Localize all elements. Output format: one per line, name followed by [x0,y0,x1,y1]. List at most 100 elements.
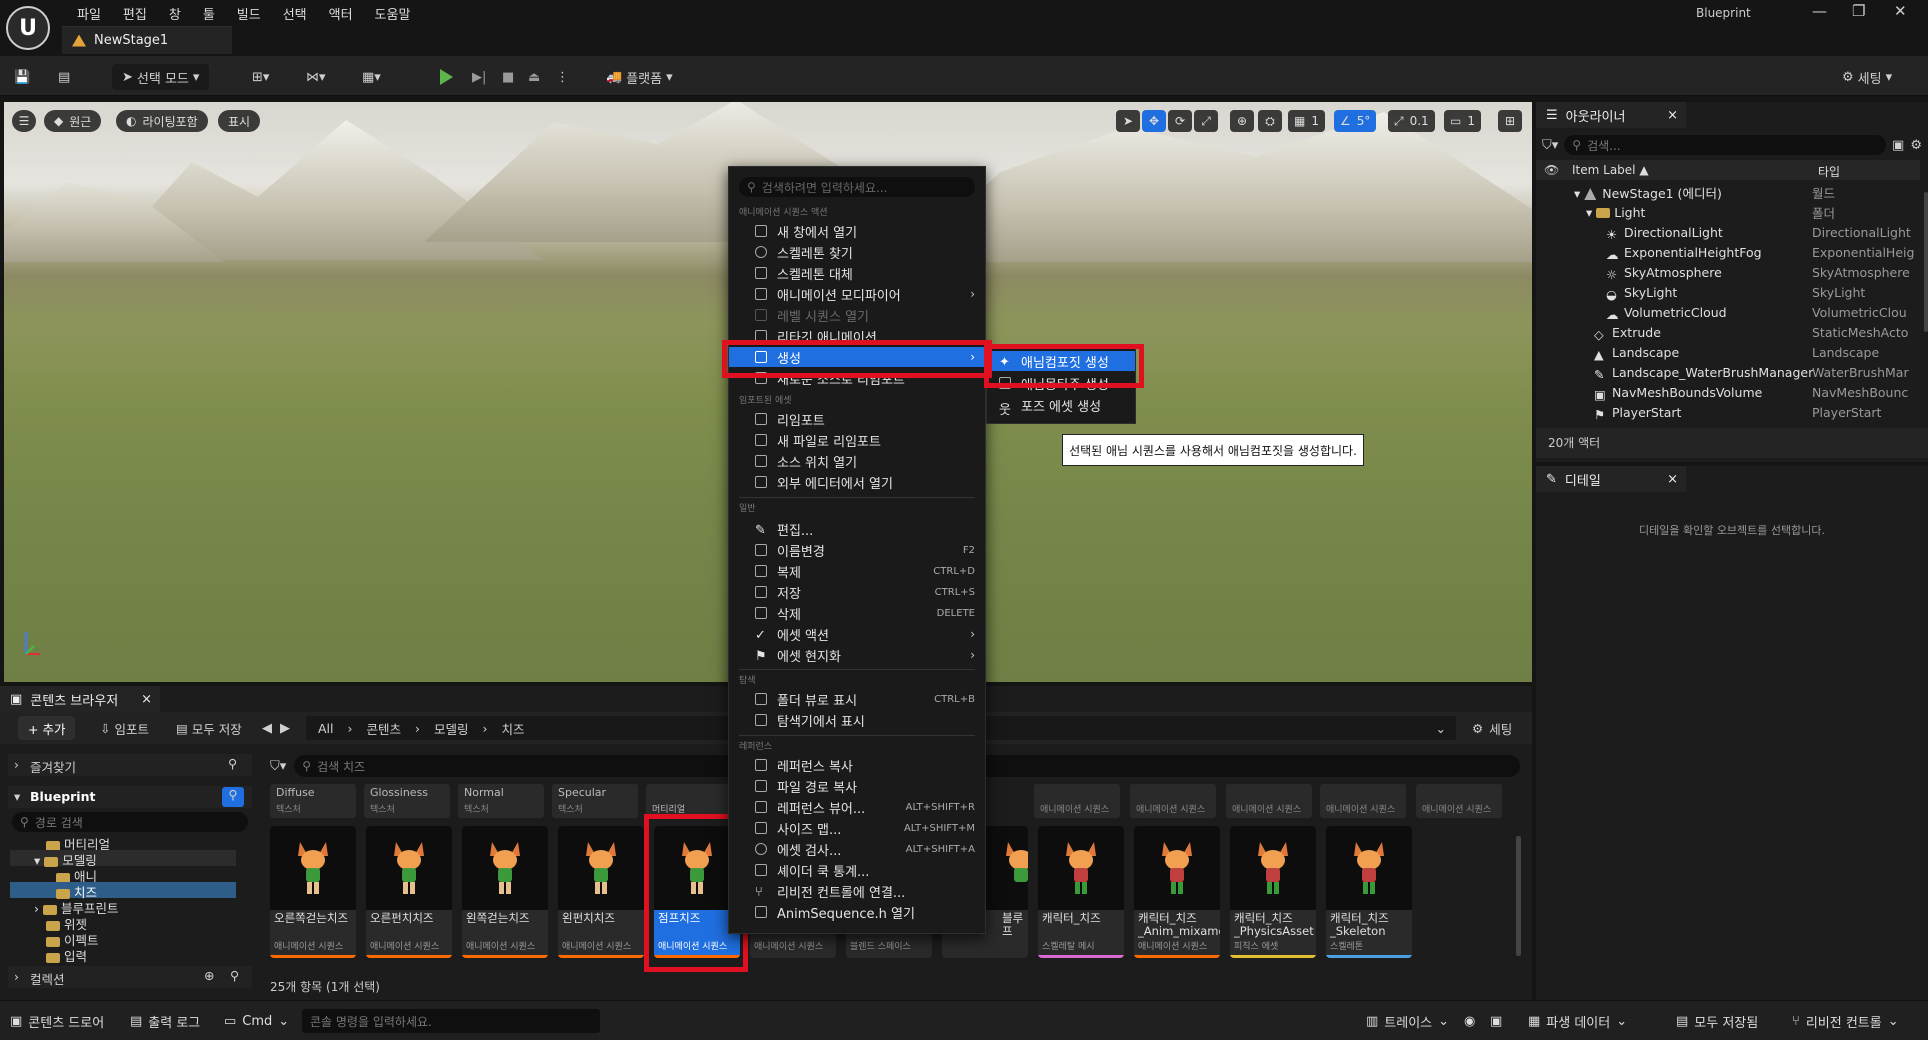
asset-tile[interactable]: 왼쪽걷는치즈 애니메이션 시퀀스 [462,826,548,958]
menu-build[interactable]: 빌드 [226,4,272,23]
add-folder-icon[interactable]: ▣ [1892,138,1904,153]
menu-help[interactable]: 도움말 [364,4,422,23]
step-button[interactable]: ▶| [472,64,486,90]
save-icon[interactable]: 💾 [14,64,30,90]
select-mode-dropdown[interactable]: ➤ 선택 모드 ▾ [112,64,210,90]
asset-tile[interactable]: 캐릭터_치즈 스켈레탈 메시 [1038,826,1124,958]
menu-item-edit[interactable]: ✎ 편집... [729,519,985,539]
scale-tool-icon[interactable]: ⤢ [1194,110,1218,132]
asset-tile[interactable]: Glossiness 텍스처 [364,784,450,818]
menu-edit[interactable]: 편집 [112,4,158,23]
close-icon[interactable]: × [1667,108,1678,123]
breadcrumb-item[interactable]: 콘텐츠 [367,719,402,738]
add-button[interactable]: + 추가 [18,716,76,740]
eye-icon[interactable]: 👁 [1544,163,1559,177]
outliner-tab[interactable]: ☰ 아웃라이너 × [1536,102,1686,128]
menu-item-reimport[interactable]: 리임포트 [729,409,985,429]
breadcrumb-item[interactable]: 모델링 [434,719,469,738]
filter-icon[interactable]: ⛉▾ [270,759,286,774]
revision-control-button[interactable]: ⑂ 리비전 컨트롤 ⌄ [1792,1009,1899,1033]
asset-tile[interactable]: 애니메이션 시퀀스 [1130,784,1216,818]
gear-icon[interactable]: ⚙ [1910,138,1922,153]
type-header[interactable]: 타입 [1818,163,1840,180]
menu-item-connect-revision-control[interactable]: ⑂ 리비전 컨트롤에 연결... [729,881,985,901]
menu-window[interactable]: 창 [158,4,192,23]
menu-item-size-map[interactable]: 사이즈 맵... ALT+SHIFT+M [729,818,985,838]
menu-item-copy-file-path[interactable]: 파일 경로 복사 [729,776,985,796]
world-local-icon[interactable]: ⊕ [1230,110,1254,132]
menu-item-create-anim-composite[interactable]: ✦ 애님컴포짓 생성 [987,351,1135,371]
forward-icon[interactable]: ▶ [280,721,290,736]
menu-item-create[interactable]: 생성 › [729,347,985,367]
menu-item-open-header[interactable]: AnimSequence.h 열기 [729,902,985,922]
menu-item-save[interactable]: 저장 CTRL+S [729,582,985,602]
screenshot-icon[interactable]: ▣ [1490,1009,1502,1033]
trace-button[interactable]: ▥ 트레이스 ⌄ [1366,1009,1449,1033]
move-tool-icon[interactable]: ✥ [1142,110,1166,132]
record-icon[interactable]: ◉ [1464,1009,1475,1033]
outliner-row[interactable]: ☁ VolumetricCloud VolumetricClou [1536,302,1920,323]
outliner-search-input[interactable]: ⚲ 검색... [1564,135,1887,155]
path-search-input[interactable]: ⚲ 경로 검색 [12,812,248,832]
menu-item-create-pose-asset[interactable]: 웃 포즈 에셋 생성 [987,395,1135,419]
menu-item-asset-audit[interactable]: 에셋 검사... ALT+SHIFT+A [729,839,985,859]
layout-icon[interactable]: ⊞ [1498,110,1522,132]
asset-tile[interactable]: 머티리얼 [646,784,732,818]
save-all-button[interactable]: ▤ 모두 저장 [176,716,242,740]
camera-speed-button[interactable]: ▭ 1 [1444,110,1481,132]
item-label-header[interactable]: Item Label ▲ [1572,163,1649,177]
menu-item-retarget[interactable]: 리타깃 애니메이션 [729,326,985,346]
menu-item-asset-actions[interactable]: ✓ 에셋 액션 › [729,624,985,644]
menu-item-shader-cook-stats[interactable]: 셰이더 쿡 통계... [729,860,985,880]
outliner-row[interactable]: ⚑ PlayerStart PlayerStart [1536,402,1920,423]
menu-item-reimport-new-source[interactable]: 새로운 소스로 리임포트 [729,368,985,388]
menu-item-delete[interactable]: 삭제 DELETE [729,603,985,623]
outliner-row[interactable]: ▾ NewStage1 (에디터) 월드 [1536,182,1920,202]
maximize-button[interactable]: ❐ [1852,2,1865,20]
menu-search-input[interactable]: ⚲ 검색하려면 입력하세요... [739,177,975,197]
menu-file[interactable]: 파일 [66,4,112,23]
menu-item-show-in-folder-view[interactable]: 폴더 뷰로 표시 CTRL+B [729,689,985,709]
menu-item-copy-reference[interactable]: 레퍼런스 복사 [729,755,985,775]
scale-snap-button[interactable]: ⤢ 0.1 [1388,110,1435,132]
menu-actor[interactable]: 액터 [318,4,364,23]
menu-item-open-external-editor[interactable]: 외부 에디터에서 열기 [729,472,985,492]
browse-icon[interactable]: ▤ [58,64,70,90]
breadcrumb-item[interactable]: All [318,721,334,736]
content-browser-tab[interactable]: ▣ 콘텐츠 브라우저 × [0,686,160,712]
search-icon[interactable]: ⚲ [228,756,237,771]
console-input[interactable]: 콘솔 명령을 입력하세요. [302,1009,600,1033]
settings-dropdown[interactable]: ⚙ 세팅 ▾ [1842,64,1892,90]
menu-item-asset-localization[interactable]: ⚑ 에셋 현지화 › [729,645,985,665]
menu-item-duplicate[interactable]: 복제 CTRL+D [729,561,985,581]
outliner-row[interactable]: ▣ NavMeshBoundsVolume NavMeshBounc [1536,382,1920,403]
outliner-row[interactable]: ✎ Landscape_WaterBrushManager WaterBrushMa… [1536,362,1920,383]
asset-tile[interactable]: 오른쪽걷는치즈 애니메이션 시퀀스 [270,826,356,958]
cinematics-icon[interactable]: ▦▾ [362,64,381,90]
asset-tile[interactable]: 캐릭터_치즈_Anim_mixamo 애니메이션 시퀀스 [1134,826,1220,958]
minimize-button[interactable]: — [1812,2,1827,20]
menu-item-create-anim-montage[interactable]: 애님몽타주 생성 [987,373,1135,393]
asset-tile[interactable]: Normal 텍스처 [458,784,544,818]
outliner-row[interactable]: ▾ Light 폴더 [1536,202,1920,222]
unreal-logo-icon[interactable]: U [6,6,50,50]
outliner-row[interactable]: ☼ SkyAtmosphere SkyAtmosphere [1536,262,1920,283]
asset-tile[interactable]: 애니메이션 시퀀스 [1416,784,1502,818]
save-all-status-button[interactable]: ▤ 모두 저장됨 [1676,1009,1758,1033]
add-actor-icon[interactable]: ⊞▾ [252,64,269,90]
import-button[interactable]: ⇩ 임포트 [100,716,149,740]
asset-tile[interactable]: 왼펀치치즈 애니메이션 시퀀스 [558,826,644,958]
menu-item-open-source-location[interactable]: 소스 위치 열기 [729,451,985,471]
show-button[interactable]: 표시 [218,110,261,132]
grid-snap-button[interactable]: ▦ 1 [1288,110,1325,132]
outliner-row[interactable]: ▲ Landscape Landscape [1536,342,1920,363]
menu-item-reference-viewer[interactable]: 레퍼런스 뷰어... ALT+SHIFT+R [729,797,985,817]
asset-tile[interactable]: Diffuse 텍스처 [270,784,356,818]
rotate-tool-icon[interactable]: ⟳ [1168,110,1192,132]
play-options-icon[interactable]: ⋮ [556,64,569,90]
play-button[interactable] [440,64,453,90]
outliner-scrollbar[interactable] [1924,192,1928,332]
asset-tile[interactable]: 캐릭터_치즈_PhysicsAsset 피직스 에셋 [1230,826,1316,958]
menu-item-open-new-window[interactable]: 새 창에서 열기 [729,221,985,241]
tree-item[interactable]: 입력 [46,946,87,965]
